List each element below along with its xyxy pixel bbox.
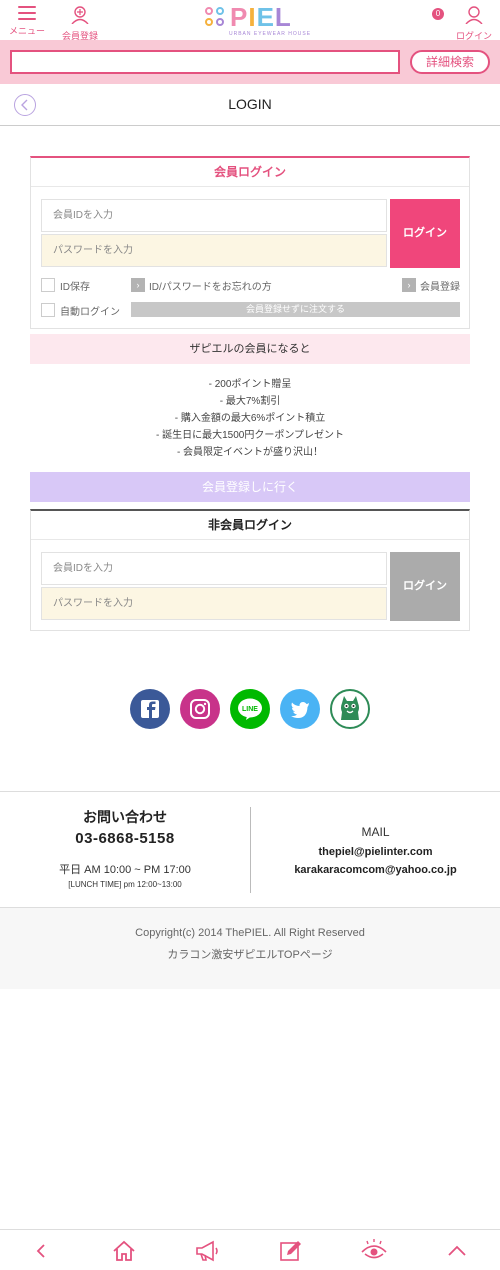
scroll-top-icon[interactable] (443, 1238, 471, 1264)
contact-hours: 平日 AM 10:00 ~ PM 17:00 (59, 864, 191, 876)
contact-title: お問い合わせ (83, 809, 167, 825)
join-member-button[interactable]: 会員登録しに行く (30, 472, 470, 502)
chevron-right-icon: › (402, 278, 416, 292)
guest-order-button[interactable]: 会員登録せずに注文する (131, 302, 460, 317)
back-icon[interactable] (27, 1238, 55, 1264)
forgot-password-link[interactable]: ID/パスワードをお忘れの方 (149, 278, 272, 293)
auto-login-label: 自動ログイン (60, 307, 120, 318)
line-icon[interactable]: LINE (230, 689, 270, 729)
user-add-icon (71, 6, 89, 25)
menu-label: メニュー (8, 26, 45, 36)
member-password-input[interactable]: パスワードを入力 (41, 234, 387, 267)
member-id-input[interactable]: 会員IDを入力 (41, 199, 387, 232)
login-button[interactable]: ログイン (454, 6, 494, 42)
footer: Copyright(c) 2014 ThePIEL. All Right Res… (0, 908, 500, 989)
menu-icon (18, 6, 36, 20)
megaphone-icon[interactable] (193, 1238, 221, 1264)
twitter-icon[interactable] (280, 689, 320, 729)
contact-lunch: [LUNCH TIME] pm 12:00~13:00 (68, 880, 182, 889)
register-button[interactable]: 会員登録 (58, 6, 102, 42)
benefits-list: - 200ポイント贈呈 - 最大7%割引 - 購入金額の最大6%ポイント積立 -… (30, 364, 470, 472)
save-id-checkbox[interactable] (41, 278, 55, 292)
save-id-label: ID保存 (60, 282, 90, 293)
search-input[interactable] (10, 50, 400, 74)
guest-login-button[interactable]: ログイン (390, 552, 460, 621)
list-item: - 会員限定イベントが盛り沢山！ (176, 447, 324, 458)
logo-text: PIEL (230, 2, 292, 32)
guest-id-input[interactable]: 会員IDを入力 (41, 552, 387, 585)
bottom-nav (0, 1229, 500, 1270)
detail-search-button[interactable]: 詳細検索 (410, 50, 490, 74)
menu-button[interactable]: メニュー (8, 6, 46, 37)
edit-icon[interactable] (277, 1238, 305, 1264)
chevron-right-icon: › (131, 278, 145, 292)
guest-password-input[interactable]: パスワードを入力 (41, 587, 387, 620)
mascot-icon[interactable] (330, 689, 370, 729)
top-page-link[interactable]: カラコン激安ザピエルTOPページ (0, 946, 500, 962)
cart-badge[interactable]: 0 (432, 8, 444, 20)
header: メニュー 会員登録 PIEL URBAN EYEWEAR HOUSE 0 ログイ… (0, 0, 500, 42)
social-links: LINE (130, 689, 372, 731)
facebook-icon[interactable] (130, 689, 170, 729)
contact-phone-block: お問い合わせ 03-6868-5158 平日 AM 10:00 ~ PM 17:… (0, 792, 250, 909)
guest-login-heading: 非会員ログイン (31, 511, 469, 540)
mail-address-1[interactable]: thepiel@pielinter.com (251, 846, 500, 858)
mail-address-2[interactable]: karakaracomcom@yahoo.co.jp (251, 864, 500, 876)
member-login-heading: 会員ログイン (31, 158, 469, 187)
user-icon (465, 6, 483, 25)
benefits-heading: ザピエルの会員になると (30, 334, 470, 364)
list-item: - 200ポイント贈呈 (208, 379, 292, 390)
title-row: LOGIN (0, 84, 500, 126)
register-link[interactable]: 会員登録 (420, 278, 460, 293)
eye-icon[interactable] (360, 1238, 388, 1264)
page-title: LOGIN (228, 96, 272, 112)
logo-dots-icon (205, 7, 227, 27)
contact-section: お問い合わせ 03-6868-5158 平日 AM 10:00 ~ PM 17:… (0, 791, 500, 908)
copyright-text: Copyright(c) 2014 ThePIEL. All Right Res… (135, 927, 365, 939)
search-bar: 詳細検索 (0, 40, 500, 84)
list-item: - 最大7%割引 (219, 396, 281, 407)
logo-subtitle: URBAN EYEWEAR HOUSE (229, 31, 312, 37)
member-login-button[interactable]: ログイン (390, 199, 460, 268)
instagram-icon[interactable] (180, 689, 220, 729)
auto-login-checkbox[interactable] (41, 303, 55, 317)
guest-login-box: 非会員ログイン 会員IDを入力 パスワードを入力 ログイン (30, 509, 470, 631)
contact-mail-block: MAIL thepiel@pielinter.com karakaracomco… (251, 792, 500, 909)
list-item: - 誕生日に最大1500円クーポンプレゼント (155, 430, 345, 441)
home-icon[interactable] (110, 1238, 138, 1264)
mail-title: MAIL (361, 825, 390, 839)
list-item: - 購入金額の最大6%ポイント積立 (174, 413, 326, 424)
member-login-box: 会員ログイン 会員IDを入力 パスワードを入力 ログイン ID保存 › ID/パ… (30, 156, 470, 329)
contact-phone[interactable]: 03-6868-5158 (0, 830, 250, 847)
site-logo[interactable]: PIEL URBAN EYEWEAR HOUSE (203, 2, 310, 37)
svg-text:LINE: LINE (242, 706, 258, 713)
